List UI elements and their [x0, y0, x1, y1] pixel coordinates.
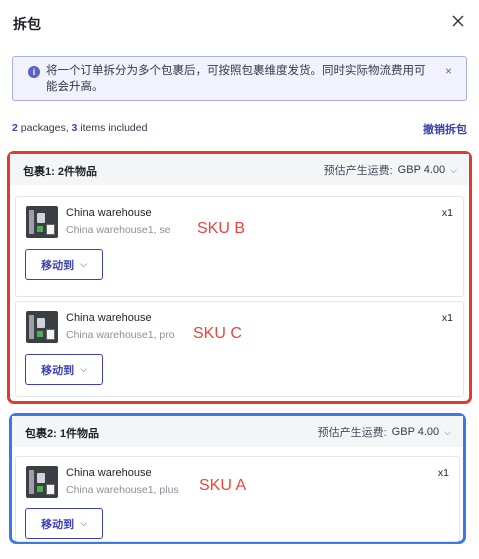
item-warehouse-name: China warehouse — [66, 312, 152, 324]
sku-annotation: SKU B — [197, 220, 246, 237]
notice-text: 将一个订单拆分为多个包裹后，可按照包裹维度发货。同时实际物流费用可能会升高。 — [46, 65, 426, 93]
package-title: 包裹1: 2件物品 — [23, 166, 97, 178]
package-summary: 2 packages, 3 items included — [12, 122, 147, 134]
item-quantity: x1 — [441, 312, 453, 324]
info-icon: i — [28, 66, 40, 78]
package-1: 包裹1: 2件物品 预估产生运费: GBP 4.00 ⌵ China wareh… — [7, 151, 472, 404]
package-2: 包裹2: 1件物品 预估产生运费: GBP 4.00 ⌵ China wareh… — [9, 413, 466, 544]
product-thumbnail — [26, 466, 58, 498]
item-warehouse-detail: China warehouse1, pro — [66, 329, 175, 341]
chevron-down-icon: ⌵ — [80, 259, 87, 269]
item-card: China warehouse China warehouse1, plus x… — [15, 456, 460, 542]
sku-annotation: SKU A — [199, 477, 247, 494]
product-thumbnail — [26, 311, 58, 343]
close-icon[interactable] — [452, 15, 468, 31]
shipping-fee-dropdown[interactable]: 预估产生运费: GBP 4.00 ⌵ — [324, 162, 457, 178]
move-to-button[interactable]: 移动到 ⌵ — [25, 249, 103, 280]
packages-text: packages, — [17, 122, 72, 134]
items-text: items included — [77, 122, 148, 134]
shipping-fee-dropdown[interactable]: 预估产生运费: GBP 4.00 ⌵ — [318, 424, 451, 440]
move-to-label: 移动到 — [41, 364, 75, 377]
item-warehouse-name: China warehouse — [66, 207, 152, 219]
move-to-button[interactable]: 移动到 ⌵ — [25, 508, 103, 539]
chevron-down-icon: ⌵ — [80, 364, 87, 374]
item-warehouse-name: China warehouse — [66, 467, 152, 479]
info-notice: i 将一个订单拆分为多个包裹后，可按照包裹维度发货。同时实际物流费用可能会升高。… — [12, 56, 467, 101]
move-to-label: 移动到 — [41, 259, 75, 272]
move-to-label: 移动到 — [41, 518, 75, 531]
fee-amount: GBP 4.00 — [397, 164, 446, 176]
chevron-down-icon: ⌵ — [80, 518, 87, 528]
dialog-title: 拆包 — [13, 16, 41, 32]
sku-annotation: SKU C — [193, 325, 242, 342]
fee-label: 预估产生运费: — [323, 165, 393, 177]
item-quantity: x1 — [441, 207, 453, 219]
chevron-down-icon: ⌵ — [444, 426, 451, 437]
fee-amount: GBP 4.00 — [391, 426, 440, 438]
product-thumbnail — [26, 206, 58, 238]
move-to-button[interactable]: 移动到 ⌵ — [25, 354, 103, 385]
item-warehouse-detail: China warehouse1, se — [66, 224, 171, 236]
item-card: China warehouse China warehouse1, se x1 … — [15, 196, 464, 297]
undo-split-link[interactable]: 撤销拆包 — [423, 121, 467, 137]
package-title: 包裹2: 1件物品 — [25, 428, 99, 440]
package-header: 包裹1: 2件物品 预估产生运费: GBP 4.00 ⌵ — [10, 154, 469, 185]
item-card: China warehouse China warehouse1, pro x1… — [15, 301, 464, 397]
package-header: 包裹2: 1件物品 预估产生运费: GBP 4.00 ⌵ — [12, 416, 463, 447]
item-warehouse-detail: China warehouse1, plus — [66, 484, 179, 496]
item-quantity: x1 — [437, 467, 449, 479]
notice-close-icon[interactable]: × — [445, 64, 452, 78]
fee-label: 预估产生运费: — [317, 427, 387, 439]
chevron-down-icon: ⌵ — [450, 164, 457, 175]
